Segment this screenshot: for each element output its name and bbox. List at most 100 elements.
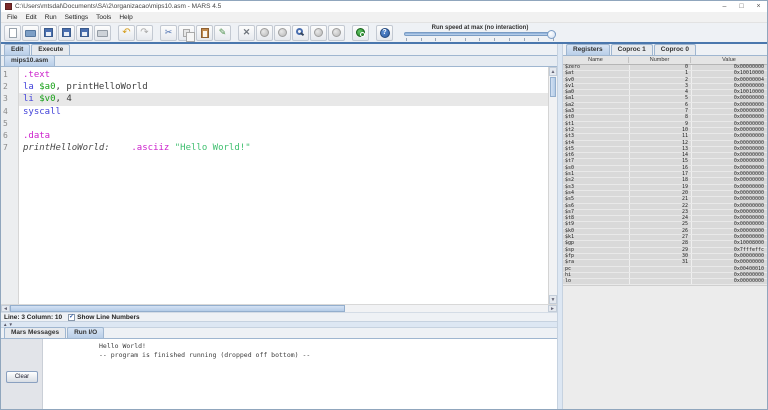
copy-button[interactable] xyxy=(178,25,195,41)
run-stop-icon xyxy=(332,28,341,37)
register-number: 11 xyxy=(629,134,691,139)
column-header-number[interactable]: Number xyxy=(629,57,691,63)
register-value: 0x00000000 xyxy=(691,260,767,265)
app-icon xyxy=(5,3,12,10)
new-file-button[interactable] xyxy=(4,25,21,41)
code-line: printHelloWorld: .asciiz "Hello World!" xyxy=(19,142,548,154)
print-button[interactable] xyxy=(94,25,111,41)
run-reset-icon xyxy=(356,28,365,37)
register-name: $ra xyxy=(563,260,629,265)
register-number xyxy=(629,273,691,278)
code-area[interactable]: .textla $a0, printHelloWorldli $v0, 4sys… xyxy=(19,67,548,304)
register-name: $at xyxy=(563,71,629,76)
tab-coproc-0[interactable]: Coproc 0 xyxy=(654,44,696,55)
save-icon xyxy=(44,28,53,37)
registers-empty-area xyxy=(563,285,767,409)
dump-memory-icon xyxy=(80,28,89,37)
menu-file[interactable]: File xyxy=(3,14,21,21)
code-token: $a0 xyxy=(39,82,55,92)
code-token: .data xyxy=(23,131,50,141)
undo-button[interactable] xyxy=(118,25,135,41)
register-name: $a1 xyxy=(563,96,629,101)
menu-help[interactable]: Help xyxy=(115,14,136,21)
assemble-button[interactable] xyxy=(238,25,255,41)
register-number: 5 xyxy=(629,96,691,101)
scroll-left-icon[interactable]: ◄ xyxy=(1,305,10,312)
code-token: syscall xyxy=(23,107,61,117)
assemble-icon xyxy=(243,27,251,38)
register-number: 0 xyxy=(629,65,691,70)
menu-settings[interactable]: Settings xyxy=(61,14,93,21)
register-number: 28 xyxy=(629,241,691,246)
run-backstep-button[interactable] xyxy=(292,25,309,41)
paste-button[interactable] xyxy=(196,25,213,41)
show-line-numbers-checkbox[interactable] xyxy=(68,314,75,321)
menu-run[interactable]: Run xyxy=(41,14,61,21)
open-button[interactable] xyxy=(22,25,39,41)
menu-edit[interactable]: Edit xyxy=(21,14,40,21)
editor-vertical-scrollbar[interactable]: ▲ ▼ xyxy=(548,67,557,304)
run-speed-thumb[interactable] xyxy=(547,30,556,39)
tab-registers[interactable]: Registers xyxy=(566,44,610,55)
run-reset-button[interactable] xyxy=(352,25,369,41)
run-speed-track[interactable] xyxy=(404,32,556,36)
scroll-right-icon[interactable]: ► xyxy=(548,305,557,312)
help-button[interactable] xyxy=(376,25,393,41)
tab-run-i-o[interactable]: Run I/O xyxy=(67,327,104,338)
register-value: 0x00000000 xyxy=(691,134,767,139)
tab-mars-messages[interactable]: Mars Messages xyxy=(4,327,66,338)
column-header-name[interactable]: Name xyxy=(563,57,629,63)
code-line: .data xyxy=(19,130,548,142)
tab-coproc-1[interactable]: Coproc 1 xyxy=(611,44,653,55)
register-number: 21 xyxy=(629,197,691,202)
register-table-body: $zero00x00000000$at10x10010000$v020x0000… xyxy=(563,65,767,285)
scroll-down-icon[interactable]: ▼ xyxy=(549,295,557,304)
run-go-button[interactable] xyxy=(256,25,273,41)
scroll-up-icon[interactable]: ▲ xyxy=(549,67,557,76)
editor-horizontal-scrollbar[interactable]: ◄ ► xyxy=(1,304,557,312)
code-token: .text xyxy=(23,70,50,80)
save-as-button[interactable] xyxy=(58,25,75,41)
code-token: , 4 xyxy=(56,94,72,104)
dump-memory-button[interactable] xyxy=(76,25,93,41)
clear-button[interactable]: Clear xyxy=(6,371,38,383)
register-value: 0x00400010 xyxy=(691,267,767,272)
horizontal-scroll-thumb[interactable] xyxy=(10,305,345,312)
line-number: 3 xyxy=(1,93,18,105)
line-number: 2 xyxy=(1,81,18,93)
column-header-value[interactable]: Value xyxy=(691,57,767,63)
find-replace-button[interactable] xyxy=(214,25,231,41)
run-go-icon xyxy=(260,28,269,37)
register-name: $s5 xyxy=(563,197,629,202)
run-pause-button[interactable] xyxy=(310,25,327,41)
run-step-button[interactable] xyxy=(274,25,291,41)
code-line: .text xyxy=(19,69,548,81)
main-tabs: EditExecute xyxy=(1,44,557,56)
run-speed-slider: Run speed at max (no interaction) xyxy=(404,25,556,41)
copy-icon xyxy=(183,29,190,37)
code-line: li $v0, 4 xyxy=(19,93,548,105)
run-stop-button[interactable] xyxy=(328,25,345,41)
tab-edit[interactable]: Edit xyxy=(4,44,30,55)
code-editor[interactable]: 1234567 .textla $a0, printHelloWorldli $… xyxy=(1,67,557,304)
redo-icon xyxy=(140,27,148,38)
vertical-scroll-track xyxy=(549,98,557,295)
code-line: syscall xyxy=(19,106,548,118)
redo-button[interactable] xyxy=(136,25,153,41)
paste-icon xyxy=(201,28,209,38)
save-button[interactable] xyxy=(40,25,57,41)
line-number: 5 xyxy=(1,118,18,130)
vertical-scroll-thumb[interactable] xyxy=(550,77,556,97)
horizontal-scroll-track[interactable] xyxy=(345,305,548,312)
register-value: 0x00000000 xyxy=(691,178,767,183)
menu-tools[interactable]: Tools xyxy=(92,14,115,21)
minimize-button[interactable]: – xyxy=(716,1,733,12)
close-button[interactable]: × xyxy=(750,1,767,12)
file-tab-mips10-asm[interactable]: mips10.asm xyxy=(4,55,55,66)
tab-execute[interactable]: Execute xyxy=(31,44,70,55)
register-number: 25 xyxy=(629,222,691,227)
maximize-button[interactable]: □ xyxy=(733,1,750,12)
run-io-panel: Clear Hello World!-- program is finished… xyxy=(1,339,557,409)
cut-button[interactable] xyxy=(160,25,177,41)
register-number: 4 xyxy=(629,90,691,95)
